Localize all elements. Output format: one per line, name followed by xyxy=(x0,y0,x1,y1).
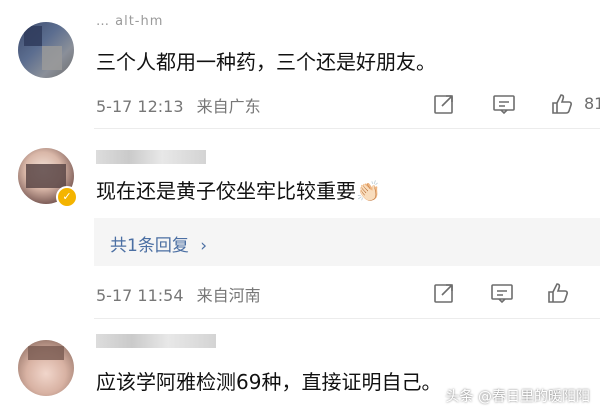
comment-meta: 5-17 11:54 来自河南 xyxy=(96,282,261,306)
view-replies-link[interactable]: 共1条回复 › xyxy=(110,231,207,256)
username[interactable] xyxy=(96,334,216,348)
comment-time: 5-17 11:54 xyxy=(96,286,184,305)
comment-meta: 5-17 12:13 来自广东 xyxy=(96,93,261,117)
avatar[interactable] xyxy=(18,22,74,78)
like-count: 81 xyxy=(584,94,600,113)
share-icon[interactable] xyxy=(432,92,458,116)
comment-text: 应该学阿雅检测69种，直接证明自己。 xyxy=(96,370,442,394)
divider xyxy=(94,318,600,319)
thumbs-up-icon[interactable] xyxy=(546,281,572,305)
comment-location: 来自广东 xyxy=(196,97,261,116)
avatar[interactable] xyxy=(18,340,74,396)
divider xyxy=(94,128,600,129)
watermark: 头条 @春日里的暖阳阳 xyxy=(445,389,590,405)
comment-time: 5-17 12:13 xyxy=(96,97,184,116)
thumbs-up-icon[interactable] xyxy=(550,92,576,116)
username[interactable]: … alt-hm xyxy=(96,14,163,30)
replies-label: 共1条回复 xyxy=(110,236,189,256)
share-icon[interactable] xyxy=(432,281,458,305)
comment-text: 三个人都用一种药，三个还是好朋友。 xyxy=(96,50,436,74)
comment-location: 来自河南 xyxy=(196,286,261,305)
replies-box[interactable]: 共1条回复 › xyxy=(94,218,600,266)
comment-icon[interactable] xyxy=(490,281,516,305)
username[interactable] xyxy=(96,150,206,164)
verified-badge-icon: ✓ xyxy=(56,186,78,208)
comment-icon[interactable] xyxy=(492,92,518,116)
chevron-right-icon: › xyxy=(200,236,208,256)
comment-text: 现在还是黄子佼坐牢比较重要👏🏻 xyxy=(96,179,381,203)
